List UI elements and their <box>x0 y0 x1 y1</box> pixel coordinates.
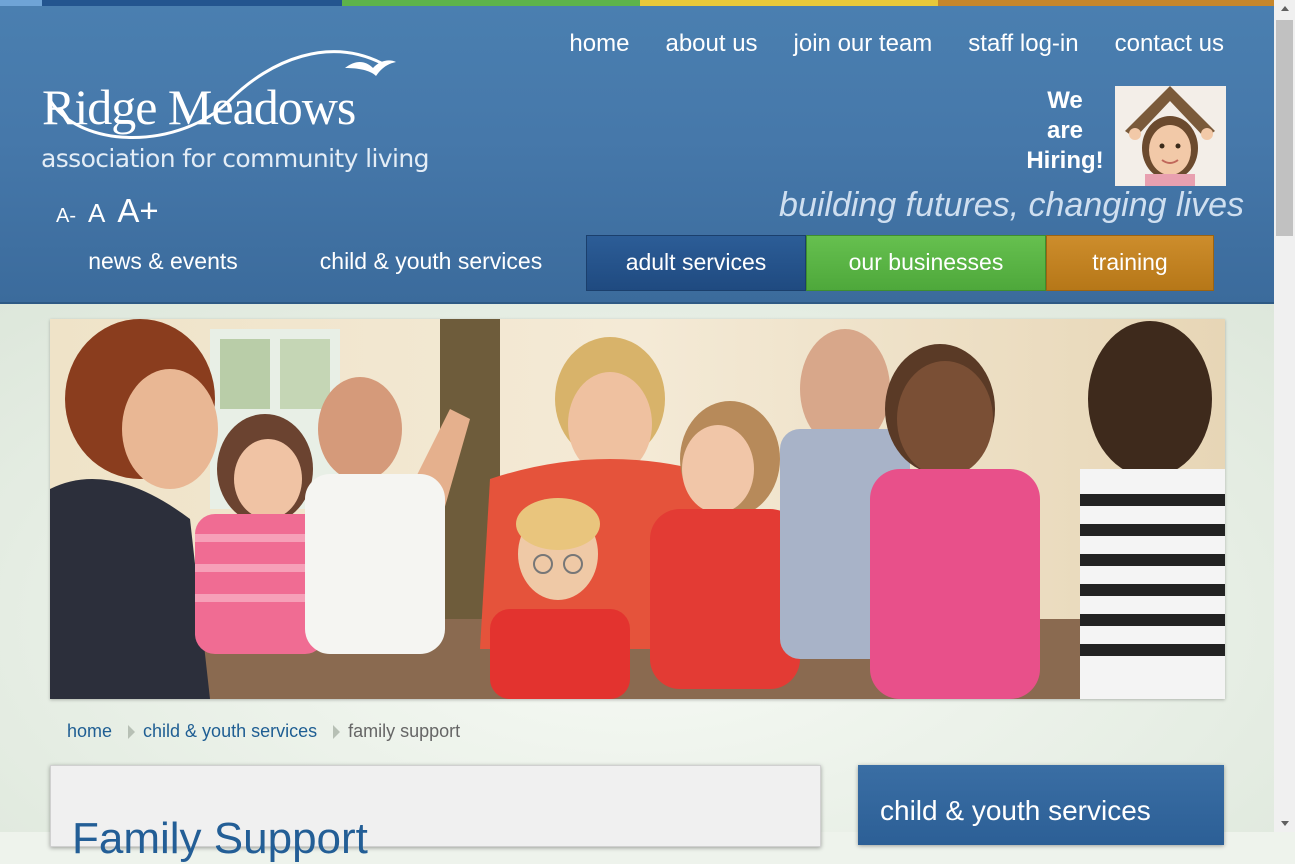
sidebar-title[interactable]: child & youth services <box>880 795 1151 827</box>
breadcrumb-child-youth-services[interactable]: child & youth services <box>143 721 317 742</box>
chevron-down-icon <box>1280 821 1289 826</box>
mainnav-news-events[interactable]: news & events <box>50 235 276 291</box>
hiring-photo[interactable] <box>1115 86 1226 186</box>
site-tagline: building futures, changing lives <box>779 186 1244 224</box>
breadcrumb-home[interactable]: home <box>67 721 112 742</box>
font-size-normal[interactable]: A <box>88 198 105 229</box>
site-logo[interactable]: Ridge Meadows association for community … <box>40 40 430 180</box>
mainnav-adult-services[interactable]: adult services <box>586 235 806 291</box>
mainnav-child-youth-services[interactable]: child & youth services <box>276 235 586 291</box>
topnav-home[interactable]: home <box>569 30 629 58</box>
page-title: Family Support <box>72 814 368 863</box>
breadcrumb-separator-icon <box>333 724 341 739</box>
topnav-about-us[interactable]: about us <box>665 30 757 58</box>
font-size-increase[interactable]: A+ <box>117 192 158 230</box>
mainnav-training[interactable]: training <box>1046 235 1214 291</box>
scroll-thumb[interactable] <box>1276 20 1293 236</box>
hiring-line-2: are <box>1046 117 1084 144</box>
topnav-join-our-team[interactable]: join our team <box>794 30 933 58</box>
logo-subtitle: association for community living <box>41 144 430 173</box>
topnav-contact-us[interactable]: contact us <box>1115 30 1224 58</box>
vertical-scrollbar[interactable] <box>1274 0 1295 832</box>
breadcrumb-separator-icon <box>128 724 136 739</box>
chevron-up-icon <box>1280 6 1289 11</box>
hiring-line-1: We <box>1047 87 1083 114</box>
hiring-girl-image <box>1115 86 1226 186</box>
scroll-down-button[interactable] <box>1274 815 1295 832</box>
top-navigation: home about us join our team staff log-in… <box>569 30 1224 58</box>
font-size-controls: A- A A+ <box>56 192 159 230</box>
main-content-card: Family Support <box>50 765 821 863</box>
site-header: Ridge Meadows association for community … <box>0 6 1274 304</box>
family-group-photo <box>50 319 1225 699</box>
scroll-up-button[interactable] <box>1274 0 1295 17</box>
hiring-line-3: Hiring! <box>1026 147 1104 174</box>
breadcrumb: home child & youth services family suppo… <box>67 721 460 742</box>
mainnav-our-businesses[interactable]: our businesses <box>806 235 1046 291</box>
logo-title: Ridge Meadows <box>42 79 356 135</box>
hiring-banner-text[interactable]: We are Hiring! <box>1022 86 1108 176</box>
hero-image <box>50 319 1225 699</box>
topnav-staff-login[interactable]: staff log-in <box>968 30 1078 58</box>
main-navigation: news & events child & youth services adu… <box>50 235 1214 291</box>
sidebar-menu-card: child & youth services <box>858 765 1224 845</box>
breadcrumb-current: family support <box>348 721 461 741</box>
font-size-decrease[interactable]: A- <box>56 205 76 228</box>
